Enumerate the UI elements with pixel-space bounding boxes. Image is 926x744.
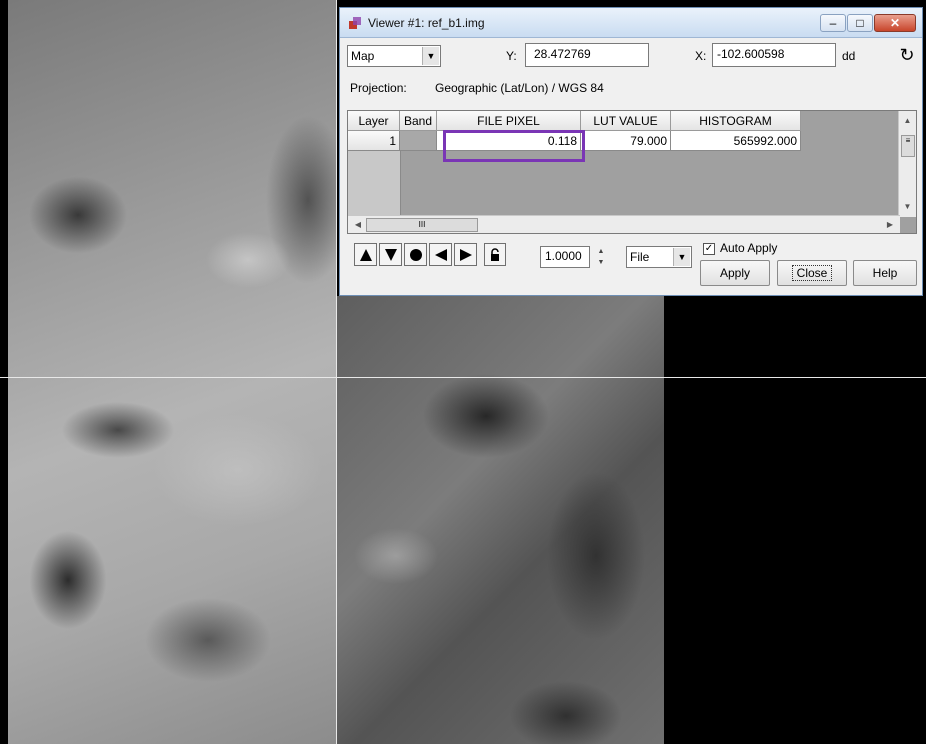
refresh-icon[interactable]: ↻: [897, 45, 917, 65]
cell-histogram[interactable]: 565992.000: [671, 131, 801, 151]
inquire-crosshair-horizontal[interactable]: [0, 377, 926, 378]
scroll-down-icon[interactable]: ▼: [899, 199, 916, 215]
scroll-left-icon[interactable]: ◀: [350, 216, 366, 233]
x-coordinate-input[interactable]: -102.600598: [712, 43, 836, 67]
center-button[interactable]: [404, 243, 427, 266]
minimize-icon: –: [829, 16, 837, 30]
close-button-label: Close: [791, 265, 833, 281]
up-triangle-icon: [359, 248, 372, 261]
scroll-right-icon[interactable]: ▶: [882, 216, 898, 233]
projection-value: Geographic (Lat/Lon) / WGS 84: [435, 81, 604, 95]
projection-label: Projection:: [350, 81, 407, 95]
auto-apply-label: Auto Apply: [720, 241, 778, 255]
horizontal-scrollbar[interactable]: ◀ III ▶: [348, 215, 900, 233]
cell-band[interactable]: [400, 131, 437, 151]
pixel-value-table[interactable]: Layer Band FILE PIXEL LUT VALUE HISTOGRA…: [347, 110, 917, 234]
apply-button[interactable]: Apply: [700, 260, 770, 286]
help-button[interactable]: Help: [853, 260, 917, 286]
close-button[interactable]: Close: [777, 260, 847, 286]
scroll-up-icon[interactable]: ▲: [899, 113, 916, 129]
inquire-crosshair-vertical[interactable]: [336, 0, 337, 744]
coordinate-system-select[interactable]: Map ▼: [347, 45, 441, 67]
close-window-button[interactable]: ✕: [874, 14, 916, 32]
units-label: dd: [842, 49, 856, 63]
minimize-button[interactable]: –: [820, 14, 846, 32]
cell-layer[interactable]: 1: [348, 131, 400, 151]
step-size-input[interactable]: 1.0000: [540, 246, 590, 268]
coordinate-type-value: File: [630, 250, 650, 264]
spin-up-icon[interactable]: ▲: [592, 246, 610, 257]
maximize-button[interactable]: □: [847, 14, 873, 32]
move-right-button[interactable]: [454, 243, 477, 266]
window-title: Viewer #1: ref_b1.img: [368, 16, 485, 30]
satellite-image-tile-left: [8, 0, 336, 744]
left-triangle-icon: [434, 248, 447, 261]
down-triangle-icon: [384, 248, 397, 261]
close-icon: ✕: [889, 16, 901, 30]
move-left-button[interactable]: [429, 243, 452, 266]
move-up-button[interactable]: [354, 243, 377, 266]
column-header-band[interactable]: Band: [400, 111, 437, 131]
x-label: X:: [695, 49, 707, 63]
spin-down-icon[interactable]: ▼: [592, 257, 610, 268]
lock-icon: [491, 247, 499, 261]
column-header-lut-value[interactable]: LUT VALUE: [581, 111, 671, 131]
move-down-button[interactable]: [379, 243, 402, 266]
chevron-down-icon[interactable]: ▼: [673, 248, 690, 266]
right-triangle-icon: [459, 248, 472, 261]
maximize-icon: □: [856, 16, 864, 30]
lock-button[interactable]: [484, 243, 506, 266]
pixel-inquire-dialog: Viewer #1: ref_b1.img – □ ✕ Map ▼ Y: 28.…: [339, 7, 923, 296]
y-label: Y:: [506, 49, 517, 63]
column-header-histogram[interactable]: HISTOGRAM: [671, 111, 801, 131]
row-header-column: [348, 151, 401, 221]
scroll-thumb-vertical[interactable]: ≡: [901, 135, 915, 157]
scroll-thumb-horizontal[interactable]: III: [366, 218, 478, 232]
satellite-image-tile-right: [336, 296, 664, 744]
auto-apply-checkbox[interactable]: ✓: [703, 243, 715, 255]
cell-lut-value[interactable]: 79.000: [581, 131, 671, 151]
coordinate-type-select[interactable]: File ▼: [626, 246, 692, 268]
cell-file-pixel[interactable]: 0.118: [437, 131, 581, 151]
header-filler: [801, 111, 900, 131]
column-header-layer[interactable]: Layer: [348, 111, 400, 131]
title-bar[interactable]: Viewer #1: ref_b1.img – □ ✕: [340, 8, 922, 38]
column-header-file-pixel[interactable]: FILE PIXEL: [437, 111, 581, 131]
coordinate-system-value: Map: [351, 49, 375, 63]
y-coordinate-input[interactable]: 28.472769: [525, 43, 649, 67]
app-icon: [349, 17, 361, 29]
vertical-scrollbar[interactable]: ▲ ≡ ▼: [898, 111, 916, 217]
circle-icon: [409, 248, 422, 261]
chevron-down-icon[interactable]: ▼: [422, 47, 439, 65]
step-size-stepper[interactable]: ▲ ▼: [592, 246, 610, 268]
